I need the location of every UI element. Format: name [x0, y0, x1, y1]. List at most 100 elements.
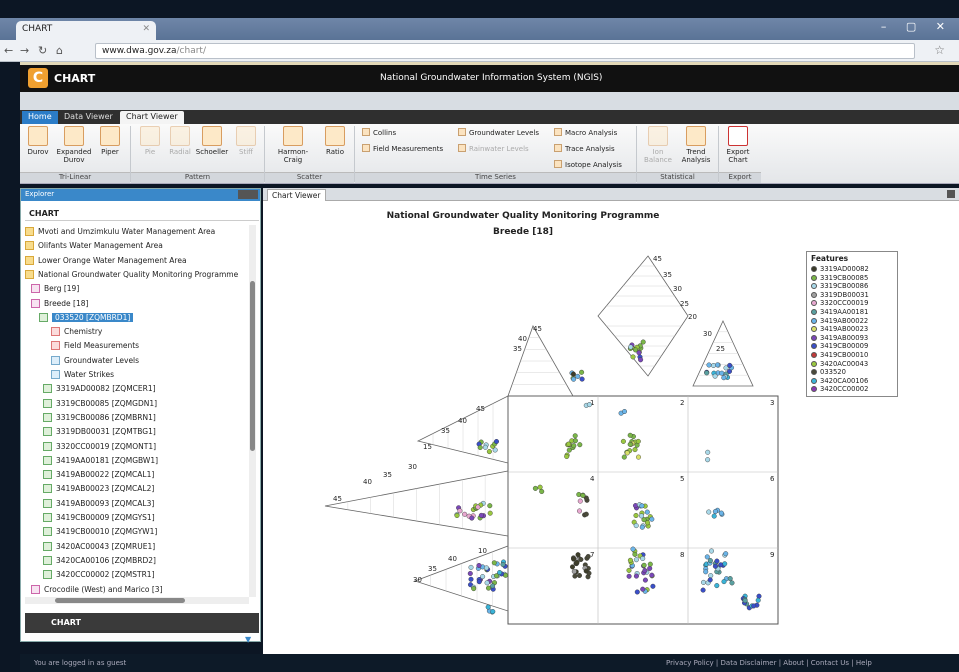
data-point [751, 603, 757, 609]
legend-marker [811, 300, 817, 307]
tab-home[interactable]: Home [22, 111, 58, 124]
data-point [633, 523, 639, 529]
data-point [644, 509, 650, 515]
reload-icon[interactable]: ↻ [38, 44, 47, 57]
tree-item[interactable]: National Groundwater Quality Monitoring … [25, 269, 238, 279]
tree-item[interactable]: Chemistry [51, 327, 102, 337]
bookmark-star-icon[interactable]: ☆ [934, 43, 945, 57]
tree-item[interactable]: Crocodile (West) and Marico [3] [31, 584, 163, 594]
data-point [640, 586, 646, 592]
tree-item[interactable]: 3319AD00082 [ZQMCER1] [43, 384, 156, 394]
footer-links[interactable]: Privacy Policy | Data Disclaimer | About… [666, 659, 872, 667]
data-point [575, 373, 581, 379]
explorer-footer-chart[interactable]: CHART [25, 613, 259, 633]
window-controls[interactable]: – ▢ ✕ [881, 20, 953, 33]
tab-title: CHART [22, 24, 53, 34]
tree-item[interactable]: Water Strikes [51, 370, 114, 379]
tree-item[interactable]: 3419CB00009 [ZQMGYS1] [43, 513, 155, 522]
durov-button[interactable]: Durov [20, 126, 56, 156]
stiff-button[interactable]: Stiff [228, 126, 264, 156]
tab-chart-viewer[interactable]: Chart Viewer [120, 111, 184, 124]
export-chart-button[interactable]: Export Chart [720, 126, 756, 164]
ion-balance-button[interactable]: Ion Balance [640, 126, 676, 164]
expanded-durov-button[interactable]: Expanded Durov [56, 126, 92, 164]
explorer-vscroll[interactable] [249, 225, 256, 597]
tree-item[interactable]: 3419AB00022 [ZQMCAL1] [43, 470, 154, 480]
isotope-analysis-button[interactable]: Isotope Analysis [554, 160, 622, 169]
tree-item-label: Mvoti and Umzimkulu Water Management Are… [38, 227, 216, 236]
collins-button[interactable]: Collins [362, 128, 396, 137]
tree-item[interactable]: 3419AA00181 [ZQMGBW1] [43, 455, 158, 465]
piper-button[interactable]: Piper [92, 126, 128, 156]
explorer-root[interactable]: CHART [25, 207, 259, 221]
grid-cell-label: 7 [590, 551, 594, 559]
tree-item[interactable]: Groundwater Levels [51, 355, 139, 365]
trace-analysis-icon [554, 144, 562, 152]
chart-viewer-tab[interactable]: Chart Viewer [267, 189, 326, 201]
field-measurements-button[interactable]: Field Measurements [362, 144, 443, 153]
legend-item: 3420CC00002 [811, 385, 893, 394]
ratio-button[interactable]: Ratio [320, 126, 350, 156]
tree-item[interactable]: 3420CC00002 [ZQMSTR1] [43, 570, 155, 580]
vscroll-thumb[interactable] [250, 281, 255, 451]
well-icon [43, 555, 52, 565]
address-bar[interactable]: www.dwa.gov.za/chart/ [95, 43, 915, 59]
ratio-icon [325, 126, 345, 146]
tree-item[interactable]: 3419CB00010 [ZQMGYW1] [43, 527, 157, 537]
tree-item[interactable]: 3319CB00085 [ZQMGDN1] [43, 398, 157, 408]
tree-item[interactable]: Berg [19] [31, 284, 79, 294]
data-point [471, 586, 477, 592]
rainwater-levels-button[interactable]: Rainwater Levels [458, 144, 529, 153]
browser-tab[interactable]: CHART ✕ [16, 21, 156, 40]
ternary-tick-label: 45 [533, 325, 542, 333]
data-point [622, 408, 628, 414]
explorer-panel-buttons[interactable] [238, 190, 258, 199]
tree-item[interactable]: 3319DB00031 [ZQMTBG1] [43, 427, 156, 437]
back-icon[interactable]: ← [4, 44, 13, 57]
legend-label: 033520 [820, 368, 846, 377]
tab-close-icon[interactable]: ✕ [142, 24, 150, 34]
trace-analysis-button[interactable]: Trace Analysis [554, 144, 615, 153]
data-point [705, 449, 711, 455]
data-point [478, 512, 484, 518]
schoeller-button[interactable]: Schoeller [194, 126, 230, 156]
tree-item[interactable]: Mvoti and Umzimkulu Water Management Are… [25, 227, 215, 236]
harmon-craig-button[interactable]: Harmon-Craig [270, 126, 316, 164]
grid-cell-label: 8 [680, 551, 684, 559]
data-point [491, 560, 497, 566]
data-point [727, 576, 733, 582]
tree-item[interactable]: Field Measurements [51, 341, 139, 351]
durov-icon [28, 126, 48, 146]
chart-legend: Features 3319AD00082 3319CB00085 3319CB000… [806, 251, 898, 397]
trend-analysis-button[interactable]: Trend Analysis [678, 126, 714, 164]
tree-item[interactable]: Olifants Water Management Area [25, 241, 163, 251]
tree-item[interactable]: Lower Orange Water Management Area [25, 255, 187, 265]
hscroll-thumb[interactable] [55, 598, 185, 603]
tree-item-label: Crocodile (West) and Marico [3] [44, 584, 163, 594]
tree-item[interactable]: 3319CB00086 [ZQMBRN1] [43, 412, 156, 422]
data-point [645, 520, 651, 526]
url-path: /chart/ [176, 46, 206, 56]
explorer-hscroll[interactable] [25, 597, 249, 604]
tree-item[interactable]: 033520 [ZQMBRD1] [39, 312, 134, 322]
tab-data-viewer[interactable]: Data Viewer [58, 111, 119, 124]
tree-item[interactable]: 3320CC00019 [ZQMONT1] [43, 441, 156, 451]
tree-item[interactable]: 3420AC00043 [ZQMRUE1] [43, 541, 155, 551]
groundwater-levels-button[interactable]: Groundwater Levels [458, 128, 539, 137]
data-point [756, 593, 762, 599]
home-icon[interactable]: ⌂ [56, 44, 63, 57]
tree-item[interactable]: 3419AB00093 [ZQMCAL3] [43, 498, 155, 508]
well-icon [43, 412, 52, 422]
tree-item[interactable]: 3420CA00106 [ZQMBRD2] [43, 555, 156, 565]
tree-item-label: 3419AB00093 [ZQMCAL3] [56, 498, 155, 508]
data-point [468, 564, 474, 570]
tree-item[interactable]: Breede [18] [31, 298, 88, 308]
macro-analysis-button[interactable]: Macro Analysis [554, 128, 617, 137]
radial-button[interactable]: Radial [162, 126, 198, 156]
tree-item[interactable]: 3419AB00023 [ZQMCAL2] [43, 484, 154, 494]
forward-icon[interactable]: → [20, 44, 29, 57]
data-point [572, 433, 578, 439]
close-panel-icon[interactable] [947, 190, 955, 198]
chevron-down-icon[interactable]: ▼ [245, 635, 251, 644]
data-point [635, 438, 641, 444]
